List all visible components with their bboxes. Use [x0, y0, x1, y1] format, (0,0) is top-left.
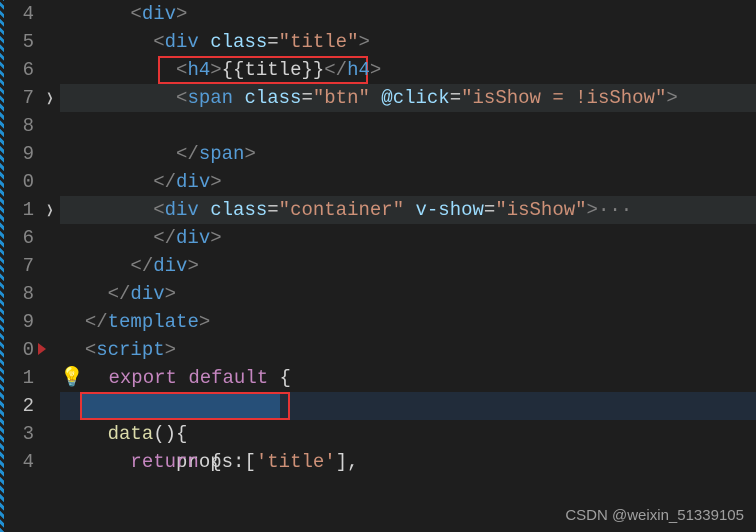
- line-number[interactable]: 1: [4, 364, 34, 392]
- text-selection: [82, 393, 280, 419]
- line-number-gutter[interactable]: 4 5 6 7 8 9 0 1 6 7 8 9 0 1 2 3 4: [4, 0, 40, 532]
- code-line[interactable]: </div>: [60, 280, 756, 308]
- code-line[interactable]: <span class="btn" @click="isShow = !isSh…: [60, 84, 756, 112]
- code-line[interactable]: data(){: [60, 420, 756, 448]
- chevron-right-icon: ❯: [47, 197, 54, 225]
- line-number[interactable]: 2: [4, 392, 34, 420]
- code-line[interactable]: props:['title'],: [60, 392, 756, 420]
- folded-indicator[interactable]: ···: [598, 199, 632, 221]
- chevron-right-icon: ❯: [47, 85, 54, 113]
- code-line[interactable]: <div>: [60, 0, 756, 28]
- code-line[interactable]: <script>: [60, 336, 756, 364]
- line-number[interactable]: 7: [4, 84, 34, 112]
- line-number[interactable]: 0: [4, 168, 34, 196]
- code-line[interactable]: </span>: [60, 140, 756, 168]
- line-number[interactable]: 8: [4, 280, 34, 308]
- folding-column[interactable]: ❯ ❯: [40, 0, 60, 532]
- line-number[interactable]: 5: [4, 28, 34, 56]
- code-line[interactable]: [60, 112, 756, 140]
- code-line[interactable]: <div class="title">: [60, 28, 756, 56]
- line-number[interactable]: 4: [4, 448, 34, 476]
- code-line[interactable]: <h4>{{title}}</h4>: [60, 56, 756, 84]
- code-line[interactable]: </div>: [60, 252, 756, 280]
- code-line[interactable]: </div>: [60, 224, 756, 252]
- line-number[interactable]: 8: [4, 112, 34, 140]
- watermark-text: CSDN @weixin_51339105: [565, 507, 744, 524]
- lightbulb-icon[interactable]: 💡: [60, 367, 84, 389]
- code-line[interactable]: <div class="container" v-show="isShow">·…: [60, 196, 756, 224]
- code-area[interactable]: <div> <div class="title"> <h4>{{title}}<…: [60, 0, 756, 532]
- line-number[interactable]: 7: [4, 252, 34, 280]
- line-number[interactable]: 6: [4, 56, 34, 84]
- line-number[interactable]: 9: [4, 140, 34, 168]
- fold-toggle[interactable]: ❯: [40, 196, 60, 224]
- line-number[interactable]: 4: [4, 0, 34, 28]
- code-line[interactable]: </div>: [60, 168, 756, 196]
- code-line[interactable]: return {: [60, 448, 756, 476]
- line-number[interactable]: 3: [4, 420, 34, 448]
- line-number[interactable]: 1: [4, 196, 34, 224]
- error-marker-icon: [38, 343, 46, 355]
- code-editor[interactable]: 4 5 6 7 8 9 0 1 6 7 8 9 0 1 2 3 4 ❯ ❯: [0, 0, 756, 532]
- line-number[interactable]: 6: [4, 224, 34, 252]
- line-number[interactable]: 0: [4, 336, 34, 364]
- code-line[interactable]: 💡 export default {: [60, 364, 756, 392]
- line-number[interactable]: 9: [4, 308, 34, 336]
- code-line[interactable]: </template>: [60, 308, 756, 336]
- fold-toggle[interactable]: ❯: [40, 84, 60, 112]
